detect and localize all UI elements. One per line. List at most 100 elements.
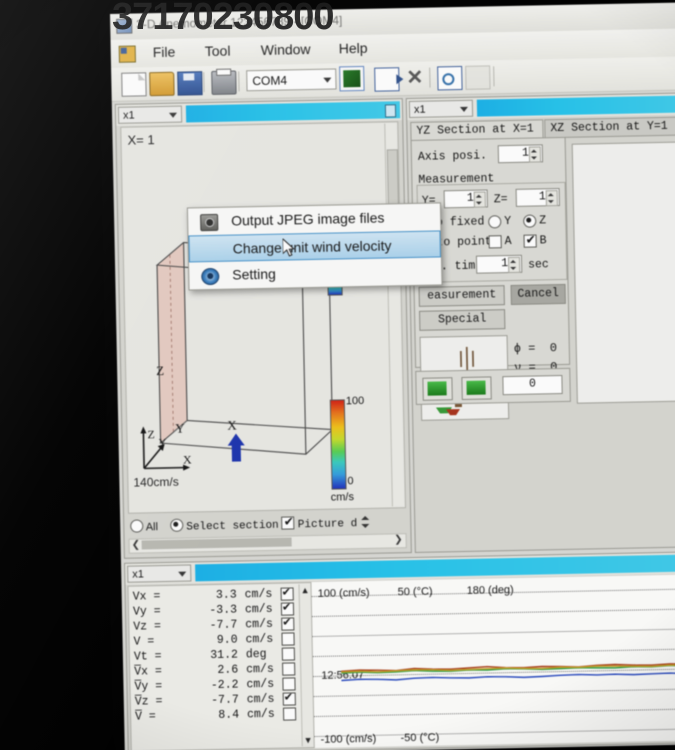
y-stepper[interactable] — [474, 191, 486, 207]
axis-posi-input[interactable]: 1 — [498, 144, 543, 163]
chart-series-V — [341, 664, 675, 672]
camera-icon — [200, 214, 218, 231]
readout-name-2: Vz = — [133, 620, 161, 634]
tab-xz-section[interactable]: XZ Section at Y=1 — [544, 116, 675, 138]
view3d-window: x1 X= 1 — [115, 98, 412, 559]
checkbox-picture-label: Picture d — [298, 518, 358, 531]
view3d-horizontal-scrollbar[interactable]: ❮ ❯ — [129, 533, 407, 554]
print-icon[interactable] — [211, 70, 236, 94]
axis-posi-stepper[interactable] — [529, 146, 541, 162]
scroll-down-icon[interactable]: ▼ — [304, 735, 313, 745]
checkbox-auto-point-a-label: A — [505, 235, 512, 248]
readout-value-3: 9.0 — [201, 634, 237, 648]
document-preview-icon[interactable] — [437, 66, 462, 90]
chart-traces — [311, 574, 675, 748]
readout-value-7: -7.7 — [203, 694, 239, 708]
chevron-down-icon — [460, 107, 468, 112]
section-preview-area[interactable] — [572, 141, 675, 403]
menu-item-change-unit-label: Change unit wind velocity — [233, 237, 392, 256]
export-icon[interactable] — [374, 67, 399, 91]
scrollbar-thumb-h[interactable] — [142, 537, 292, 549]
control-panel-zoom-select[interactable]: x1 — [409, 100, 473, 118]
readout-name-6: V̅y = — [134, 680, 162, 694]
com-port-select[interactable]: COM4 — [246, 68, 336, 91]
view3d-zoom-select[interactable]: x1 — [118, 106, 182, 124]
y-input[interactable]: 1 — [444, 189, 488, 208]
radio-all[interactable] — [130, 519, 143, 532]
context-menu: Output JPEG image files Change unit wind… — [187, 202, 443, 290]
svg-text:Y: Y — [159, 437, 167, 449]
toolbar-separator-3 — [429, 68, 430, 88]
connect-button[interactable] — [339, 66, 364, 91]
special-button[interactable]: Special — [419, 309, 505, 331]
control-panel-zoom-value: x1 — [414, 104, 426, 116]
cancel-button[interactable]: Cancel — [511, 284, 566, 305]
checkbox-picture-display[interactable] — [282, 516, 295, 529]
z-input[interactable]: 1 — [516, 188, 560, 207]
readout-checkbox-8[interactable] — [283, 707, 296, 720]
save-disk-icon[interactable] — [177, 71, 202, 95]
readout-value-8: 8.4 — [203, 709, 239, 723]
readout-checkbox-3[interactable] — [281, 632, 294, 645]
menu-item-file[interactable]: File — [153, 44, 176, 60]
open-folder-icon[interactable] — [149, 72, 174, 96]
rotate-value-field[interactable]: 0 — [502, 375, 562, 395]
meas-time-input[interactable]: 1 — [476, 255, 522, 274]
z-stepper[interactable] — [546, 190, 558, 206]
readout-checkbox-5[interactable] — [282, 662, 295, 675]
colorbar-main — [330, 399, 347, 489]
readout-value-1: -3.3 — [201, 604, 237, 618]
restore-window-icon[interactable] — [385, 104, 396, 117]
connect-green-icon — [343, 70, 360, 87]
radio-tmp-fixed-y-label: Y — [504, 215, 511, 228]
rotate-controls: 0 — [415, 368, 571, 405]
axis-gizmo: Z Y X — [133, 419, 204, 476]
scroll-right-icon[interactable]: ❯ — [394, 534, 403, 545]
readout-checkbox-6[interactable] — [282, 677, 295, 690]
colorbar-unit-label: cm/s — [331, 491, 354, 503]
measurement-readout-list: Vx = 3.3 cm/s Vy = -3.3 cm/s Vz = -7.7 c… — [127, 582, 314, 750]
document-disabled-icon — [465, 65, 490, 89]
delete-x-icon[interactable]: ✕ — [403, 67, 426, 89]
readout-value-4: 31.2 — [202, 649, 238, 663]
toolbar-separator-2 — [238, 71, 239, 91]
data-window-zoom-value: x1 — [132, 568, 144, 580]
scrollbar-thumb[interactable] — [387, 149, 399, 205]
angle-phi-value: 0 — [550, 341, 557, 355]
view3d-canvas[interactable]: X= 1 — [120, 121, 406, 514]
angle-phi-label: ϕ = — [514, 342, 536, 356]
toolbar-separator-4 — [493, 66, 494, 86]
readout-checkbox-4[interactable] — [282, 647, 295, 660]
chevron-down-icon — [323, 78, 331, 83]
menu-item-window[interactable]: Window — [261, 41, 311, 58]
measurement-button[interactable]: easurement — [419, 285, 505, 307]
menu-item-tool[interactable]: Tool — [205, 43, 231, 60]
rotate-right-button[interactable] — [461, 376, 491, 400]
data-window-zoom-select[interactable]: x1 — [127, 564, 191, 582]
readout-value-5: 2.6 — [202, 664, 238, 678]
readout-checkbox-1[interactable] — [281, 602, 294, 615]
photo-overlay-digits: 37170230800 — [112, 0, 333, 39]
meas-time-stepper[interactable] — [508, 257, 520, 273]
new-document-icon[interactable] — [121, 72, 146, 96]
readout-checkbox-7[interactable] — [283, 692, 296, 705]
scroll-left-icon[interactable]: ❮ — [132, 540, 141, 551]
application-icon — [119, 45, 136, 62]
checkbox-auto-point-a[interactable] — [489, 235, 502, 248]
chart-series-Vx — [341, 672, 675, 681]
menu-item-help[interactable]: Help — [339, 40, 368, 57]
scroll-up-icon[interactable]: ▲ — [301, 585, 310, 595]
colorbar-min-label: 0 — [347, 475, 353, 487]
svg-text:X: X — [183, 452, 192, 466]
readout-checkbox-0[interactable] — [281, 587, 294, 600]
readout-unit-7: cm/s — [247, 693, 275, 707]
timeseries-chart[interactable]: 100 (cm/s) 50 (°C) 180 (deg) 12:56:07 -1… — [311, 574, 675, 748]
picture-stepper[interactable] — [360, 515, 370, 529]
control-panel-window: x1 YZ Section at X=1 XZ Section at Y=1 A… — [406, 92, 675, 553]
radio-select-section[interactable] — [170, 519, 183, 532]
checkbox-auto-point-b[interactable] — [524, 234, 537, 247]
readout-checkbox-2[interactable] — [281, 617, 294, 630]
photographed-screen: 3-D Anemometer 123456789 - [COM4] File T… — [0, 0, 675, 750]
rotate-left-button[interactable] — [422, 377, 452, 401]
menu-item-setting[interactable]: Setting — [189, 257, 441, 289]
